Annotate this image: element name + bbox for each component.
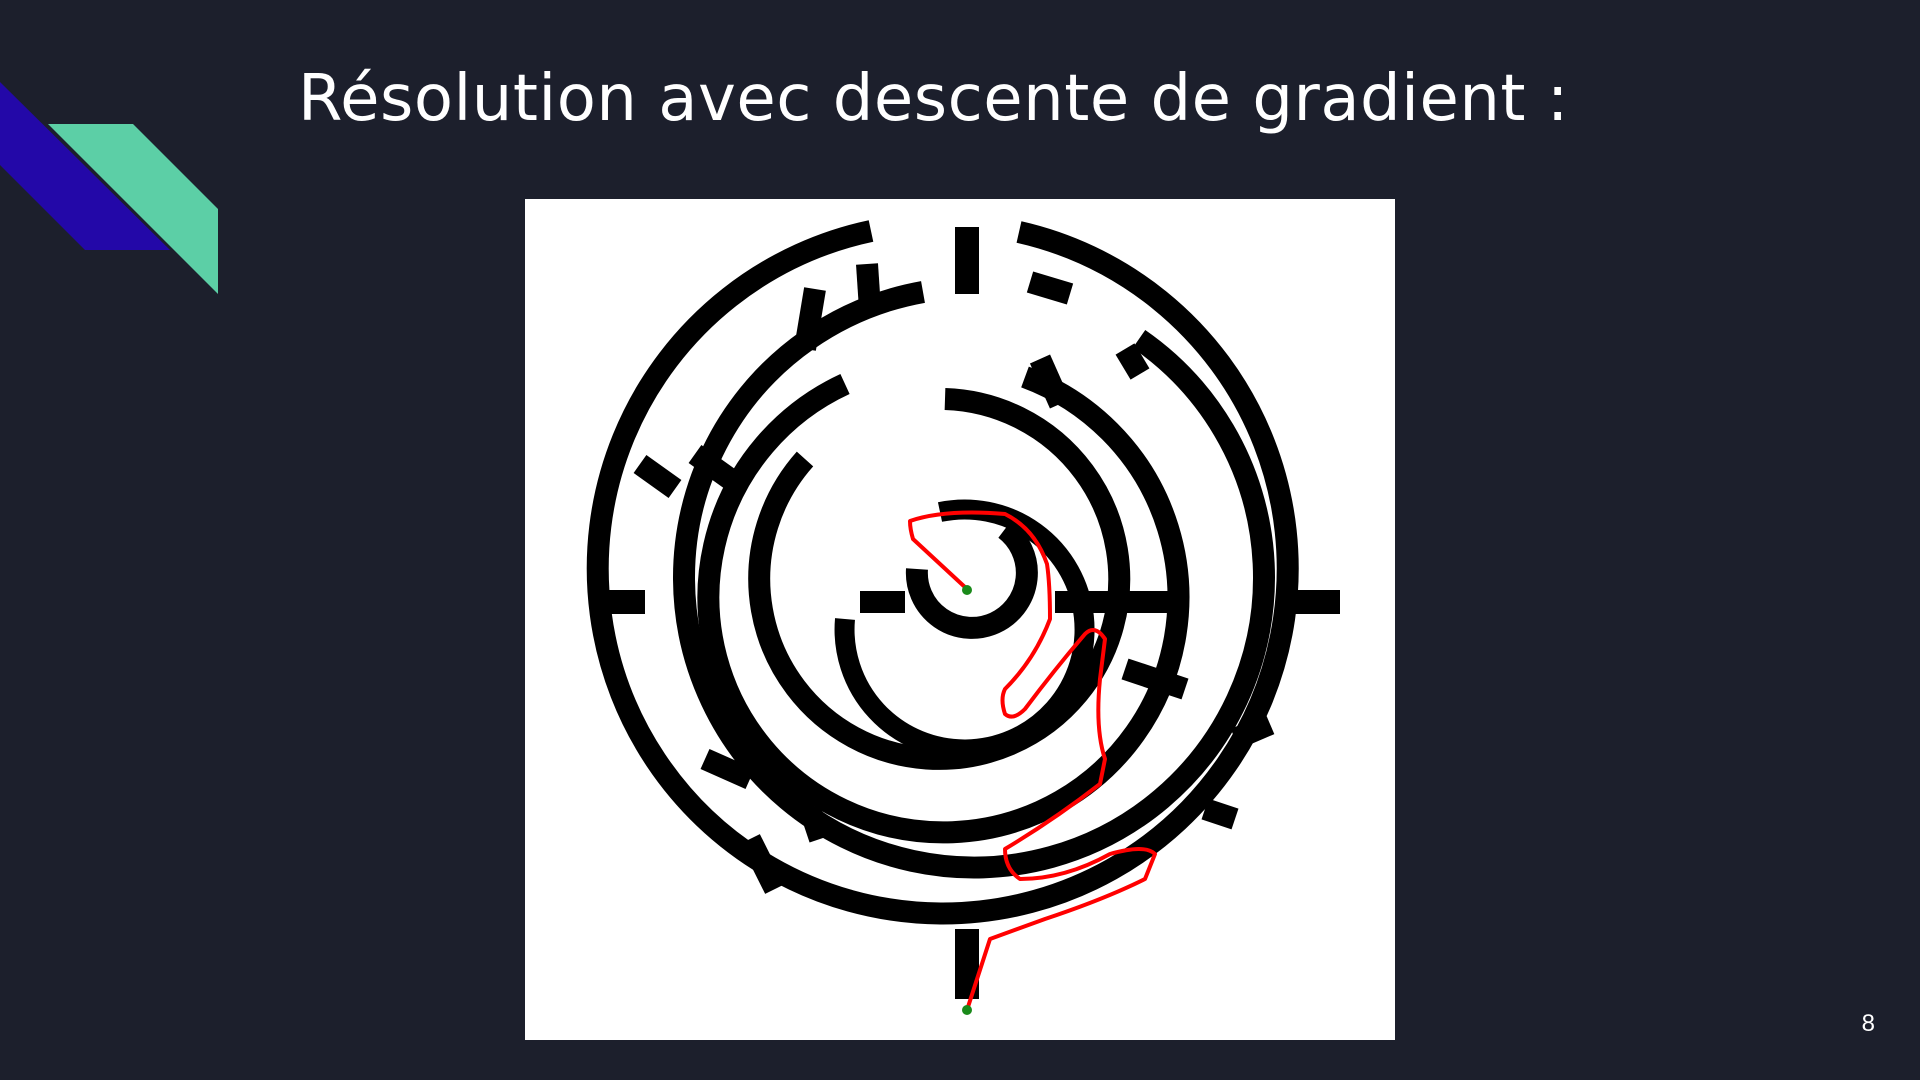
path-start-point — [962, 1005, 972, 1015]
maze-wall-tl-2 — [856, 263, 881, 310]
maze-ring-6 — [905, 520, 1038, 639]
maze-wall-tr-2 — [1029, 354, 1071, 409]
maze-wall-bl-3 — [799, 805, 831, 843]
maze-wall-r-2 — [1230, 713, 1275, 750]
page-number: 8 — [1861, 1010, 1875, 1037]
maze-wall-tr-1 — [1115, 343, 1150, 380]
circular-maze — [586, 220, 1340, 1015]
maze-wall-tr-3 — [1026, 271, 1074, 305]
slide: Résolution avec descente de gradient : 8 — [0, 0, 1920, 1080]
corner-decoration — [0, 82, 218, 294]
maze-image — [525, 199, 1395, 1040]
maze-wall-l-1 — [633, 455, 682, 498]
slide-title: Résolution avec descente de gradient : — [298, 62, 1569, 136]
maze-wall-tl-1 — [794, 287, 826, 351]
path-end-point — [962, 585, 972, 595]
maze-wall-bl-2 — [740, 834, 785, 894]
maze-wall-br-1 — [1201, 798, 1239, 830]
